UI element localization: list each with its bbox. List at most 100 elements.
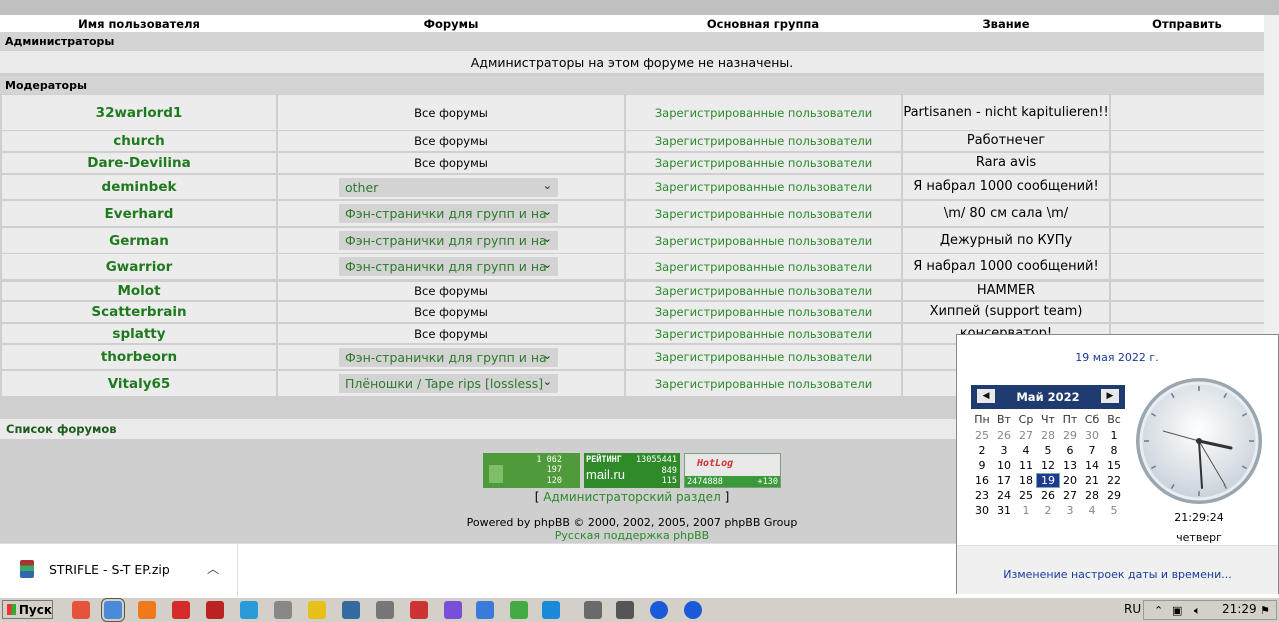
calendar-day[interactable]: 4 [1015,444,1037,457]
liveinternet-counter[interactable]: 1 062 197 120 [483,453,580,488]
taskbar-clock[interactable]: 21:29 [1222,602,1257,616]
group-cell-text[interactable]: Зарегистрированные пользователи [655,134,872,148]
calendar-day[interactable]: 16 [971,474,993,487]
calendar-day[interactable]: 21 [1081,474,1103,487]
calendar-day[interactable]: 5 [1037,444,1059,457]
calendar-day[interactable]: 26 [993,429,1015,442]
calendar-day[interactable]: 13 [1059,459,1081,472]
calendar-full-date[interactable]: 19 мая 2022 г. [957,351,1277,364]
calendar-day[interactable]: 3 [1059,504,1081,517]
username-cell-text[interactable]: Everhard [105,206,174,222]
calendar-day[interactable]: 31 [993,504,1015,517]
group-cell-text[interactable]: Зарегистрированные пользователи [655,350,872,364]
flag-icon[interactable]: ⚑ [1260,604,1270,617]
calendar-day[interactable]: 28 [1037,429,1059,442]
calendar-day[interactable]: 15 [1103,459,1125,472]
warning-app-icon[interactable] [308,601,326,619]
admin-panel-link[interactable]: Администраторский раздел [543,490,720,504]
group-cell-text[interactable]: Зарегистрированные пользователи [655,106,872,120]
group-cell-text[interactable]: Зарегистрированные пользователи [655,234,872,248]
username-cell-text[interactable]: Dare-Devilina [87,155,191,171]
forum-select[interactable]: Фэн-странички для групп и на ⌄ [339,204,558,223]
group-cell-text[interactable]: Зарегистрированные пользователи [655,260,872,274]
forum-select[interactable]: other ⌄ [339,178,558,197]
calendar-day[interactable]: 29 [1103,489,1125,502]
language-indicator[interactable]: RU [1124,602,1141,616]
calendar-day[interactable]: 7 [1081,444,1103,457]
paint-icon[interactable] [510,601,528,619]
username-cell-text[interactable]: German [109,233,169,249]
calendar-day[interactable]: 1 [1103,429,1125,442]
filezilla-icon[interactable] [206,601,224,619]
calendar-day[interactable]: 5 [1103,504,1125,517]
opera-icon[interactable] [172,601,190,619]
calendar-day[interactable]: 24 [993,489,1015,502]
calendar-day[interactable]: 20 [1059,474,1081,487]
calendar-day[interactable]: 1 [1015,504,1037,517]
support-link[interactable]: Русская поддержка phpBB [555,529,709,542]
calendar-day[interactable]: 30 [971,504,993,517]
username-cell-text[interactable]: Scatterbrain [91,304,186,320]
calendar-day[interactable]: 27 [1015,429,1037,442]
forum-select[interactable]: Плёношки / Tape rips [lossless] ⌄ [339,374,558,393]
forum-select[interactable]: Фэн-странички для групп и на ⌄ [339,348,558,367]
telegram-icon[interactable] [542,601,560,619]
chrome-icon[interactable] [101,598,125,622]
calendar-day[interactable]: 2 [1037,504,1059,517]
calendar-day[interactable]: 12 [1037,459,1059,472]
wifi2-icon[interactable] [684,601,702,619]
calendar-day[interactable]: 25 [1015,489,1037,502]
date-time-settings-link[interactable]: Изменение настроек даты и времени... [957,568,1278,581]
username-cell-text[interactable]: deminbek [102,179,177,195]
viber-icon[interactable] [444,601,462,619]
calendar-day[interactable]: 10 [993,459,1015,472]
calendar-day[interactable]: 23 [971,489,993,502]
printer-icon[interactable] [616,601,634,619]
download-item[interactable]: STRIFLE - S-T EP.zip ︿ [0,544,238,598]
calendar-day[interactable]: 25 [971,429,993,442]
start-button[interactable]: Пуск [2,600,53,619]
calendar-day[interactable]: 4 [1081,504,1103,517]
wifi-icon[interactable] [650,601,668,619]
group-cell-text[interactable]: Зарегистрированные пользователи [655,284,872,298]
username-cell-text[interactable]: Molot [117,283,160,299]
network-icon[interactable] [584,601,602,619]
username-cell-text[interactable]: church [113,133,165,149]
calendar-day[interactable]: 18 [1015,474,1037,487]
calendar-day[interactable]: 29 [1059,429,1081,442]
archive-icon[interactable] [476,601,494,619]
calendar-day[interactable]: 14 [1081,459,1103,472]
calendar-day[interactable]: 30 [1081,429,1103,442]
lastfm-icon[interactable] [410,601,428,619]
calendar-day[interactable]: 19 [1036,473,1060,488]
forum-list-link[interactable]: Список форумов [6,422,117,436]
pdf-icon[interactable] [342,601,360,619]
username-cell-text[interactable]: thorbeorn [101,349,177,365]
volume-icon[interactable]: 🔈︎ [1194,604,1201,618]
group-cell-text[interactable]: Зарегистрированные пользователи [655,156,872,170]
skype-icon[interactable] [240,601,258,619]
forum-select[interactable]: Фэн-странички для групп и на ⌄ [339,231,558,250]
group-cell-text[interactable]: Зарегистрированные пользователи [655,180,872,194]
calendar-day[interactable]: 11 [1015,459,1037,472]
next-month-icon[interactable]: ▶ [1101,389,1119,403]
network-icon[interactable]: ▣ [1172,604,1182,617]
calendar-day[interactable]: 8 [1103,444,1125,457]
calendar-day[interactable]: 22 [1103,474,1125,487]
calendar-day[interactable]: 6 [1059,444,1081,457]
group-cell-text[interactable]: Зарегистрированные пользователи [655,305,872,319]
calendar-day[interactable]: 27 [1059,489,1081,502]
calendar-day[interactable]: 3 [993,444,1015,457]
calendar-day[interactable]: 28 [1081,489,1103,502]
calendar-day[interactable]: 2 [971,444,993,457]
chevron-up-icon[interactable]: ︿ [207,560,219,577]
chevron-up-icon[interactable]: ⌃ [1154,604,1163,617]
mailru-counter[interactable]: РЕЙТИНГ 13055441 mail.ru 849 115 [584,453,680,488]
forum-select[interactable]: Фэн-странички для групп и на ⌄ [339,257,558,276]
group-cell-text[interactable]: Зарегистрированные пользователи [655,377,872,391]
hotlog-counter[interactable]: HotLog 2474888 +130 [684,453,781,488]
calendar-day[interactable]: 9 [971,459,993,472]
username-cell-text[interactable]: splatty [112,326,165,342]
brave-icon[interactable] [72,601,90,619]
username-cell-text[interactable]: Vitaly65 [108,376,171,392]
